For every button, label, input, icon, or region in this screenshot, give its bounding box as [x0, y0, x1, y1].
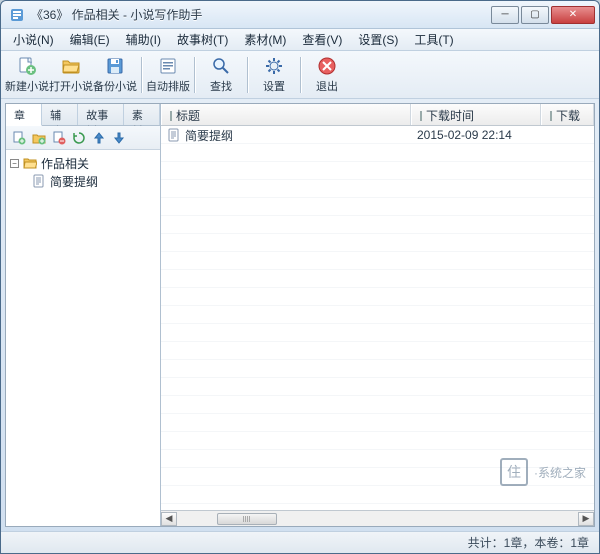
row-time-cell: 2015-02-09 22:14: [411, 128, 541, 142]
folder-open-icon: [23, 156, 37, 170]
backup-novel-button[interactable]: 备份小说: [93, 53, 137, 97]
window-title: 《36》 作品相关 - 小说写作助手: [31, 6, 491, 23]
open-novel-button[interactable]: 打开小说: [49, 53, 93, 97]
new-novel-button[interactable]: 新建小说: [5, 53, 49, 97]
exit-label: 退出: [316, 78, 338, 94]
watermark-text: ·系统之家: [534, 464, 586, 481]
scroll-track[interactable]: [177, 512, 578, 526]
scroll-left-arrow-icon[interactable]: ◀: [161, 512, 177, 526]
tree-delete-button[interactable]: [50, 129, 68, 147]
status-bar: 共计：1章，本卷：1章: [1, 531, 599, 553]
menu-storytree[interactable]: 故事树(T): [169, 29, 236, 50]
col-dl-time[interactable]: 下载时间: [411, 104, 541, 125]
row-time-text: 2015-02-09 22:14: [417, 128, 512, 142]
refresh-icon: [72, 131, 86, 145]
app-icon: [9, 7, 25, 23]
tab-assist[interactable]: 辅助: [42, 104, 78, 125]
menu-material[interactable]: 素材(M): [236, 29, 294, 50]
client-area: 章节 辅助 故事树 素材: [5, 103, 595, 527]
row-title-cell: 简要提纲: [161, 127, 411, 144]
tree-root-node[interactable]: − 作品相关: [10, 154, 156, 172]
menu-setting[interactable]: 设置(S): [350, 29, 406, 50]
left-panel: 章节 辅助 故事树 素材: [6, 104, 161, 526]
add-page-icon: [12, 131, 26, 145]
app-window: 《36》 作品相关 - 小说写作助手 ─ ▢ ✕ 小说(N) 编辑(E) 辅助(…: [0, 0, 600, 554]
toolbar-separator: [247, 57, 248, 93]
new-novel-label: 新建小说: [5, 78, 49, 94]
toolbar-separator: [141, 57, 142, 93]
tree-addfolder-button[interactable]: [30, 129, 48, 147]
menu-tool[interactable]: 工具(T): [406, 29, 461, 50]
minimize-button[interactable]: ─: [491, 6, 519, 24]
search-icon: [211, 56, 231, 76]
tab-material[interactable]: 素材: [124, 104, 160, 125]
col-title-label: 标题: [176, 109, 200, 123]
settings-button[interactable]: 设置: [252, 53, 296, 97]
menubar: 小说(N) 编辑(E) 辅助(I) 故事树(T) 素材(M) 查看(V) 设置(…: [1, 29, 599, 51]
find-button[interactable]: 查找: [199, 53, 243, 97]
right-panel: 标题 下载时间 下载地址 简要提纲 2015-02-09 22:14: [161, 104, 594, 526]
settings-label: 设置: [263, 78, 285, 94]
left-tabs: 章节 辅助 故事树 素材: [6, 104, 160, 126]
chapter-tree[interactable]: − 作品相关 简要提纲: [6, 150, 160, 526]
scroll-thumb[interactable]: [217, 513, 277, 525]
tree-root-label: 作品相关: [41, 155, 89, 172]
open-novel-label: 打开小说: [49, 78, 93, 94]
scroll-right-arrow-icon[interactable]: ▶: [578, 512, 594, 526]
tree-toolbar: [6, 126, 160, 150]
add-folder-icon: [32, 131, 46, 145]
row-title-text: 简要提纲: [185, 127, 233, 144]
titlebar[interactable]: 《36》 作品相关 - 小说写作助手 ─ ▢ ✕: [1, 1, 599, 29]
exit-icon: [317, 56, 337, 76]
gear-icon: [264, 56, 284, 76]
layout-icon: [158, 56, 178, 76]
tree-add-button[interactable]: [10, 129, 28, 147]
list-header: 标题 下载时间 下载地址: [161, 104, 594, 126]
document-icon: [32, 174, 46, 188]
tab-storytree[interactable]: 故事树: [78, 104, 124, 125]
document-icon: [167, 128, 181, 142]
arrow-down-icon: [112, 131, 126, 145]
horizontal-scrollbar[interactable]: ◀ ▶: [161, 510, 594, 526]
window-controls: ─ ▢ ✕: [491, 6, 595, 24]
toolbar-separator: [194, 57, 195, 93]
status-text: 共计：1章，本卷：1章: [468, 534, 589, 551]
tree-child-node[interactable]: 简要提纲: [10, 172, 156, 190]
maximize-button[interactable]: ▢: [521, 6, 549, 24]
new-file-icon: [17, 56, 37, 76]
exit-button[interactable]: 退出: [305, 53, 349, 97]
list-row[interactable]: 简要提纲 2015-02-09 22:14: [161, 126, 594, 144]
close-button[interactable]: ✕: [551, 6, 595, 24]
col-time-label: 下载时间: [426, 109, 474, 123]
delete-icon: [52, 131, 66, 145]
save-disk-icon: [105, 56, 125, 76]
tree-down-button[interactable]: [110, 129, 128, 147]
auto-layout-button[interactable]: 自动排版: [146, 53, 190, 97]
toolbar-separator: [300, 57, 301, 93]
menu-view[interactable]: 查看(V): [294, 29, 350, 50]
menu-novel[interactable]: 小说(N): [5, 29, 62, 50]
list-area[interactable]: 简要提纲 2015-02-09 22:14 住 ·系统之家: [161, 126, 594, 510]
auto-layout-label: 自动排版: [146, 78, 190, 94]
menu-edit[interactable]: 编辑(E): [62, 29, 118, 50]
menu-assist[interactable]: 辅助(I): [118, 29, 169, 50]
tree-refresh-button[interactable]: [70, 129, 88, 147]
open-folder-icon: [61, 56, 81, 76]
watermark: 住 ·系统之家: [500, 458, 586, 486]
backup-novel-label: 备份小说: [93, 78, 137, 94]
tree-child-label: 简要提纲: [50, 173, 98, 190]
col-title[interactable]: 标题: [161, 104, 411, 125]
collapse-toggle-icon[interactable]: −: [10, 159, 19, 168]
watermark-logo-icon: 住: [500, 458, 528, 486]
toolbar: 新建小说 打开小说 备份小说 自动排版 查找: [1, 51, 599, 99]
col-dl-addr[interactable]: 下载地址: [541, 104, 594, 125]
tree-up-button[interactable]: [90, 129, 108, 147]
arrow-up-icon: [92, 131, 106, 145]
tab-chapter[interactable]: 章节: [6, 104, 42, 126]
find-label: 查找: [210, 78, 232, 94]
